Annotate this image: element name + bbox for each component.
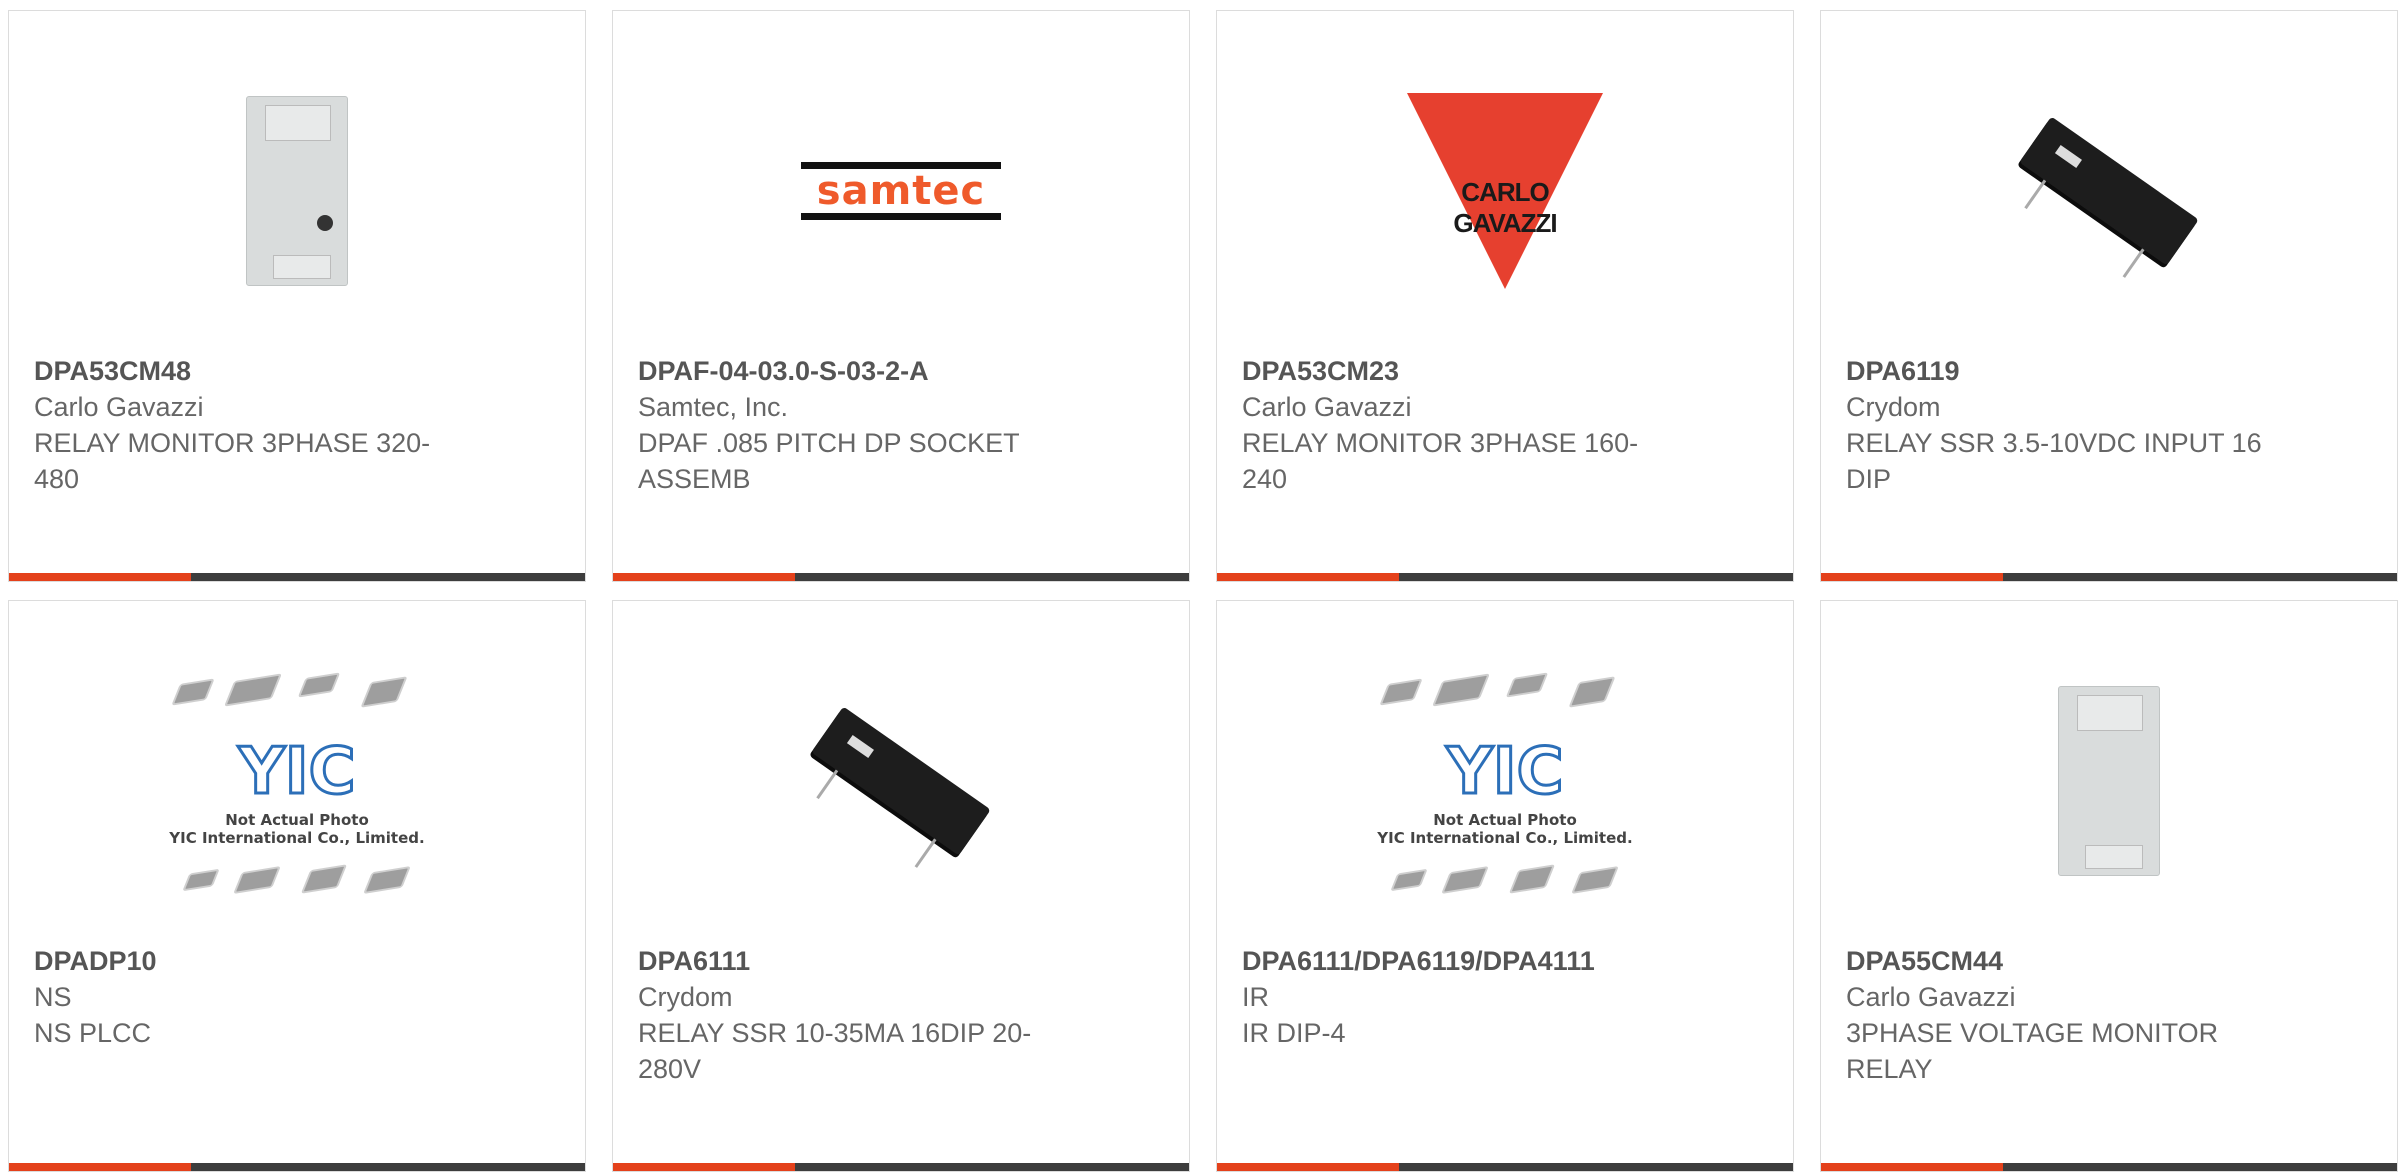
product-card[interactable]: YIC Not Actual Photo YIC International C…: [1216, 600, 1794, 1172]
product-card[interactable]: samtec DPAF-04-03.0-S-03-2-A Samtec, Inc…: [612, 10, 1190, 582]
samtec-logo: samtec: [801, 162, 1001, 220]
product-image[interactable]: [613, 661, 1189, 901]
card-accent-bar: [1821, 573, 2397, 581]
product-image[interactable]: CARLO GAVAZZI: [1217, 71, 1793, 311]
ssr-relay-image: [2019, 116, 2199, 278]
manufacturer: IR: [1242, 982, 1269, 1012]
card-accent-bar: [1217, 573, 1793, 581]
part-number-link[interactable]: DPA6111/DPA6119/DPA4111: [1242, 943, 1682, 979]
product-card[interactable]: CARLO GAVAZZI DPA53CM23 Carlo Gavazzi RE…: [1216, 10, 1794, 582]
description: RELAY MONITOR 3PHASE 320-480: [34, 428, 431, 494]
manufacturer: Carlo Gavazzi: [1846, 982, 2016, 1012]
product-image[interactable]: samtec: [613, 71, 1189, 311]
manufacturer: NS: [34, 982, 72, 1012]
description: IR DIP-4: [1242, 1018, 1346, 1048]
product-info: DPADP10 NS NS PLCC: [34, 943, 474, 1051]
din-relay-image: [246, 96, 348, 286]
part-number-link[interactable]: DPA53CM48: [34, 353, 474, 389]
product-image[interactable]: [9, 71, 585, 311]
manufacturer: Crydom: [638, 982, 733, 1012]
card-accent-bar: [1821, 1163, 2397, 1171]
carlo-gavazzi-logo: CARLO GAVAZZI: [1407, 93, 1603, 289]
product-image[interactable]: YIC Not Actual Photo YIC International C…: [9, 661, 585, 901]
description: NS PLCC: [34, 1018, 152, 1048]
part-number-link[interactable]: DPA53CM23: [1242, 353, 1682, 389]
product-card[interactable]: DPA6111 Crydom RELAY SSR 10-35MA 16DIP 2…: [612, 600, 1190, 1172]
description: RELAY MONITOR 3PHASE 160-240: [1242, 428, 1639, 494]
description: DPAF .085 PITCH DP SOCKET ASSEMB: [638, 428, 1020, 494]
manufacturer: Carlo Gavazzi: [1242, 392, 1412, 422]
card-accent-bar: [613, 573, 1189, 581]
part-number-link[interactable]: DPA6119: [1846, 353, 2286, 389]
product-card[interactable]: DPA55CM44 Carlo Gavazzi 3PHASE VOLTAGE M…: [1820, 600, 2398, 1172]
card-accent-bar: [613, 1163, 1189, 1171]
product-info: DPA53CM48 Carlo Gavazzi RELAY MONITOR 3P…: [34, 353, 474, 497]
card-accent-bar: [9, 573, 585, 581]
product-info: DPA6111/DPA6119/DPA4111 IR IR DIP-4: [1242, 943, 1682, 1051]
yic-placeholder-image: YIC Not Actual Photo YIC International C…: [1365, 661, 1645, 901]
ssr-relay-image: [811, 706, 991, 868]
product-info: DPA55CM44 Carlo Gavazzi 3PHASE VOLTAGE M…: [1846, 943, 2286, 1087]
description: RELAY SSR 3.5-10VDC INPUT 16 DIP: [1846, 428, 2262, 494]
product-info: DPA6119 Crydom RELAY SSR 3.5-10VDC INPUT…: [1846, 353, 2286, 497]
part-number-link[interactable]: DPA55CM44: [1846, 943, 2286, 979]
product-image[interactable]: YIC Not Actual Photo YIC International C…: [1217, 661, 1793, 901]
description: RELAY SSR 10-35MA 16DIP 20-280V: [638, 1018, 1032, 1084]
product-card[interactable]: YIC Not Actual Photo YIC International C…: [8, 600, 586, 1172]
product-image[interactable]: [1821, 71, 2397, 311]
product-card[interactable]: DPA53CM48 Carlo Gavazzi RELAY MONITOR 3P…: [8, 10, 586, 582]
din-relay-image: [2058, 686, 2160, 876]
part-number-link[interactable]: DPAF-04-03.0-S-03-2-A: [638, 353, 1078, 389]
product-grid: DPA53CM48 Carlo Gavazzi RELAY MONITOR 3P…: [8, 10, 2398, 1172]
product-image[interactable]: [1821, 661, 2397, 901]
manufacturer: Samtec, Inc.: [638, 392, 789, 422]
manufacturer: Crydom: [1846, 392, 1941, 422]
part-number-link[interactable]: DPA6111: [638, 943, 1078, 979]
part-number-link[interactable]: DPADP10: [34, 943, 474, 979]
product-card[interactable]: DPA6119 Crydom RELAY SSR 3.5-10VDC INPUT…: [1820, 10, 2398, 582]
product-info: DPA6111 Crydom RELAY SSR 10-35MA 16DIP 2…: [638, 943, 1078, 1087]
manufacturer: Carlo Gavazzi: [34, 392, 204, 422]
yic-placeholder-image: YIC Not Actual Photo YIC International C…: [157, 661, 437, 901]
product-info: DPAF-04-03.0-S-03-2-A Samtec, Inc. DPAF …: [638, 353, 1078, 497]
product-info: DPA53CM23 Carlo Gavazzi RELAY MONITOR 3P…: [1242, 353, 1682, 497]
card-accent-bar: [9, 1163, 585, 1171]
card-accent-bar: [1217, 1163, 1793, 1171]
description: 3PHASE VOLTAGE MONITOR RELAY: [1846, 1018, 2219, 1084]
